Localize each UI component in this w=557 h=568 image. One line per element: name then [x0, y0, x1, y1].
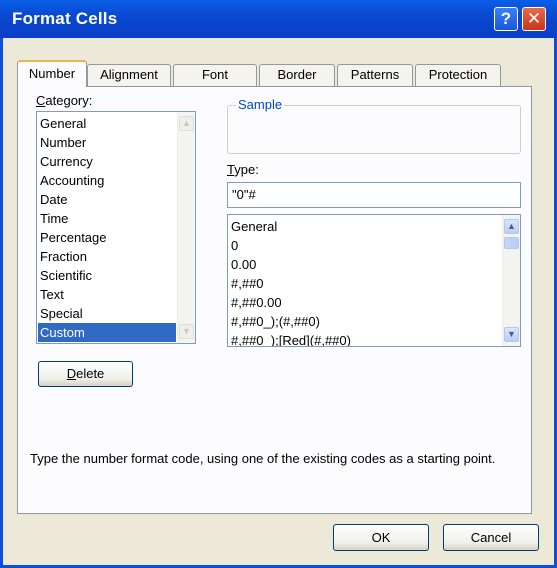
format-code-list[interactable]: General 0 0.00 #,##0 #,##0.00 #,##0_);(#… — [227, 214, 521, 347]
list-item[interactable]: #,##0.00 — [231, 293, 282, 312]
list-item[interactable]: Scientific — [40, 266, 92, 285]
title-bar[interactable]: Format Cells ? ✕ — [0, 0, 557, 38]
type-label: Type: — [227, 162, 259, 177]
type-input[interactable]: "0"# — [227, 182, 521, 208]
list-item[interactable]: Text — [40, 285, 64, 304]
number-tab-panel: Category: General Number Currency Accoun… — [17, 86, 532, 514]
list-item[interactable]: Currency — [40, 152, 93, 171]
format-cells-window: Format Cells ? ✕ Number Alignment Font B… — [0, 0, 557, 568]
tab-alignment[interactable]: Alignment — [87, 64, 171, 86]
list-item[interactable]: Time — [40, 209, 68, 228]
close-icon[interactable]: ✕ — [522, 7, 546, 31]
list-item[interactable]: #,##0_);[Red](#,##0) — [231, 331, 351, 346]
list-item[interactable]: General — [231, 217, 277, 236]
list-item[interactable]: Number — [40, 133, 86, 152]
scroll-up-icon[interactable]: ▲ — [179, 116, 194, 131]
list-item-selected[interactable]: Custom — [38, 323, 176, 342]
category-label: Category: — [36, 93, 93, 108]
list-item[interactable]: General — [40, 114, 86, 133]
list-item[interactable]: Special — [40, 304, 83, 323]
sample-label: Sample — [236, 97, 285, 112]
tab-protection[interactable]: Protection — [415, 64, 501, 86]
tab-strip: Number Alignment Font Border Patterns Pr… — [17, 60, 517, 87]
list-item[interactable]: #,##0_);(#,##0) — [231, 312, 320, 331]
category-list[interactable]: General Number Currency Accounting Date … — [36, 111, 196, 344]
scroll-thumb[interactable] — [504, 237, 519, 249]
tab-border[interactable]: Border — [259, 64, 335, 86]
list-item[interactable]: 0.00 — [231, 255, 256, 274]
help-icon[interactable]: ? — [494, 7, 518, 31]
dialog-body: Number Alignment Font Border Patterns Pr… — [3, 38, 554, 565]
scroll-down-icon[interactable]: ▼ — [179, 324, 194, 339]
list-item[interactable]: Accounting — [40, 171, 104, 190]
sample-group: Sample — [227, 97, 521, 154]
format-scrollbar[interactable]: ▲ ▼ — [502, 215, 520, 346]
delete-button[interactable]: Delete — [38, 361, 133, 387]
tab-font[interactable]: Font — [173, 64, 257, 86]
tab-patterns[interactable]: Patterns — [337, 64, 413, 86]
list-item[interactable]: Date — [40, 190, 67, 209]
window-title: Format Cells — [12, 9, 118, 28]
cancel-button[interactable]: Cancel — [443, 524, 539, 551]
category-scrollbar[interactable]: ▲ ▼ — [177, 112, 195, 343]
scroll-up-icon[interactable]: ▲ — [504, 219, 519, 234]
list-item[interactable]: Percentage — [40, 228, 107, 247]
list-item[interactable]: 0 — [231, 236, 238, 255]
ok-button[interactable]: OK — [333, 524, 429, 551]
scroll-down-icon[interactable]: ▼ — [504, 327, 519, 342]
hint-text: Type the number format code, using one o… — [30, 451, 496, 466]
list-item[interactable]: Fraction — [40, 247, 87, 266]
list-item[interactable]: #,##0 — [231, 274, 264, 293]
tab-number[interactable]: Number — [17, 60, 87, 87]
